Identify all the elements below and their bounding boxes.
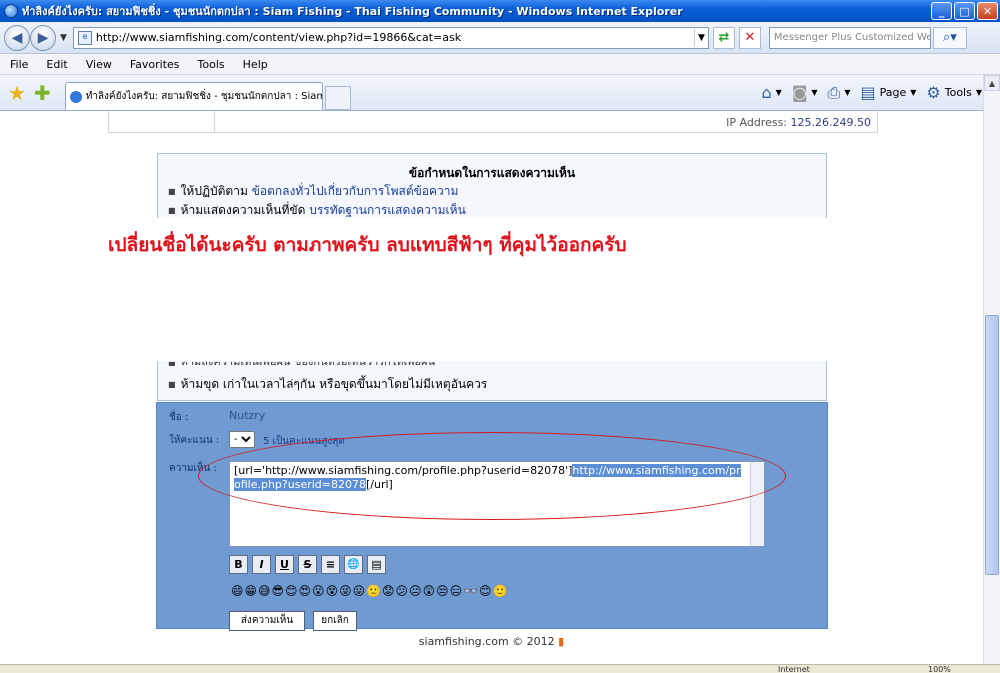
menu-view[interactable]: View (76, 58, 120, 71)
rule-text: ห้ามขุด เก่าในเวลาไล่ๆกัน หรือขุดขึ้นมาโ… (180, 377, 488, 391)
ip-value: 125.26.249.50 (790, 116, 871, 129)
rule-text: ห้ามแสดงความเห็นที่ขัด (180, 203, 306, 217)
menu-edit[interactable]: Edit (36, 58, 75, 71)
tools-dropdown-icon[interactable]: ▼ (976, 88, 982, 97)
feeds-icon[interactable]: ◙ (792, 83, 808, 102)
zoom-level[interactable]: 100% (928, 665, 951, 673)
vertical-scrollbar[interactable]: ▲ (983, 75, 1000, 664)
address-bar[interactable]: e http://www.siamfishing.com/content/vie… (72, 26, 709, 49)
stats-bars-icon: ▮ (558, 635, 565, 648)
ip-address: IP Address: 125.26.249.50 (726, 116, 871, 129)
menu-help[interactable]: Help (233, 58, 276, 71)
search-icon[interactable]: ⌕▾ (932, 26, 967, 49)
bullet-icon: ■ (168, 206, 176, 215)
status-bar: Internet 100% (0, 664, 1000, 673)
scroll-thumb[interactable] (985, 315, 999, 575)
page-menu-icon[interactable]: ▤ (860, 83, 875, 102)
minimize-button[interactable]: _ (931, 2, 952, 20)
italic-button[interactable]: I (252, 555, 271, 574)
page-icon: e (77, 30, 92, 45)
ie-icon (4, 4, 18, 18)
page-dropdown-icon[interactable]: ▼ (910, 88, 916, 97)
home-icon[interactable]: ⌂ (762, 83, 772, 102)
footer-copyright: siamfishing.com © 2012 (418, 635, 555, 648)
name-value: Nutzry (229, 409, 266, 422)
maximize-button[interactable]: □ (954, 2, 975, 20)
tab-title: ทำลิงค์ยังไงครับ: สยามฟิชชิ่ง - ชุมชนนัก… (85, 91, 323, 102)
score-select[interactable]: -- (229, 431, 255, 448)
ip-label: IP Address: (726, 116, 788, 129)
refresh-icon[interactable]: ⇄ (712, 26, 735, 49)
bullet-icon: ■ (168, 380, 176, 389)
add-favorite-icon[interactable]: ✚ (34, 81, 51, 105)
annotation-message: เปลี่ยนชื่อได้นะครับ ตามภาพครับ ลบแทบสีฟ… (108, 234, 627, 256)
forward-icon[interactable]: ▶ (30, 24, 56, 51)
browser-tab[interactable]: ทำลิงค์ยังไงครับ: สยามฟิชชิ่ง - ชุมชนนัก… (64, 82, 323, 110)
feeds-dropdown-icon[interactable]: ▼ (811, 88, 817, 97)
bold-button[interactable]: B (229, 555, 248, 574)
stop-icon[interactable]: ✕ (738, 26, 761, 49)
insert-link-icon[interactable]: 🌐 (344, 555, 363, 574)
tab-page-icon (69, 90, 82, 103)
score-label: ให้คะแนน : (169, 435, 220, 446)
cancel-button[interactable]: ยกเลิก (313, 611, 357, 631)
menu-tools[interactable]: Tools (188, 58, 233, 71)
scroll-up-icon[interactable]: ▲ (984, 75, 1000, 91)
menu-favorites[interactable]: Favorites (120, 58, 188, 71)
back-icon[interactable]: ◀ (4, 24, 30, 51)
page-menu-label[interactable]: Page (880, 86, 907, 99)
navigation-bar: ◀ ▶ ▼ e http://www.siamfishing.com/conte… (0, 22, 1000, 54)
name-label: ชื่อ : (169, 412, 189, 423)
security-zone: Internet (778, 665, 810, 673)
smiley-picker[interactable]: 😄😁😅😎😊😍😮😵😜😛🙁😟😕😐😲😒😑👓😊🙂 (231, 584, 509, 598)
ip-address-row: IP Address: 125.26.249.50 (108, 111, 878, 133)
center-align-button[interactable]: ≡ (321, 555, 340, 574)
tools-gear-icon[interactable]: ⚙ (926, 83, 940, 102)
print-icon[interactable]: ⎙ (828, 83, 841, 103)
favorites-star-icon[interactable]: ★ (8, 81, 26, 105)
bullet-icon: ■ (168, 187, 176, 196)
rule-link-comment-norms[interactable]: บรรทัดฐานการแสดงความเห็น (309, 203, 466, 217)
window-title: ทำลิงค์ยังไงครับ: สยามฟิชชิ่ง - ชุมชนนัก… (22, 5, 683, 18)
rules-heading: ข้อกำหนดในการแสดงความเห็น (408, 166, 576, 180)
annotation-ellipse (198, 432, 786, 520)
footer: siamfishing.com © 2012 ▮ (0, 635, 983, 648)
strike-button[interactable]: S (298, 555, 317, 574)
command-bar: ★ ✚ ทำลิงค์ยังไงครับ: สยามฟิชชิ่ง - ชุมช… (0, 75, 1000, 111)
home-dropdown-icon[interactable]: ▼ (776, 88, 782, 97)
page-content: IP Address: 125.26.249.50 ข้อกำหนดในการแ… (0, 111, 983, 664)
underline-button[interactable]: U (275, 555, 294, 574)
new-tab-button[interactable] (324, 86, 351, 110)
rule-item: ■ ห้ามขุด เก่าในเวลาไล่ๆกัน หรือขุดขึ้นมา… (168, 375, 487, 394)
annotation-overlay: เปลี่ยนชื่อได้นะครับ ตามภาพครับ ลบแทบสีฟ… (0, 218, 983, 361)
divider (214, 111, 215, 133)
rule-item: ■ ให้ปฏิบัติตาม ข้อตกลงทั่วไปเกี่ยวกับการ… (168, 182, 458, 201)
tools-menu-label[interactable]: Tools (945, 86, 972, 99)
rule-text: ให้ปฏิบัติตาม (180, 184, 248, 198)
print-dropdown-icon[interactable]: ▼ (844, 88, 850, 97)
menu-file[interactable]: File (0, 58, 36, 71)
close-button[interactable]: ✕ (977, 2, 998, 20)
insert-quote-icon[interactable]: ▤ (367, 555, 386, 574)
submit-comment-button[interactable]: ส่งความเห็น (229, 611, 305, 631)
window-title-bar: ทำลิงค์ยังไงครับ: สยามฟิชชิ่ง - ชุมชนนัก… (0, 0, 1000, 22)
address-dropdown-icon[interactable]: ▼ (693, 28, 708, 47)
search-input[interactable]: Messenger Plus Customized Web Sear (768, 26, 931, 49)
rule-link-posting-terms[interactable]: ข้อตกลงทั่วไปเกี่ยวกับการโพสต์ข้อความ (252, 184, 459, 198)
address-input[interactable]: http://www.siamfishing.com/content/view.… (96, 31, 694, 44)
menu-bar: File Edit View Favorites Tools Help (0, 54, 1000, 75)
history-dropdown-icon[interactable]: ▼ (60, 33, 67, 43)
